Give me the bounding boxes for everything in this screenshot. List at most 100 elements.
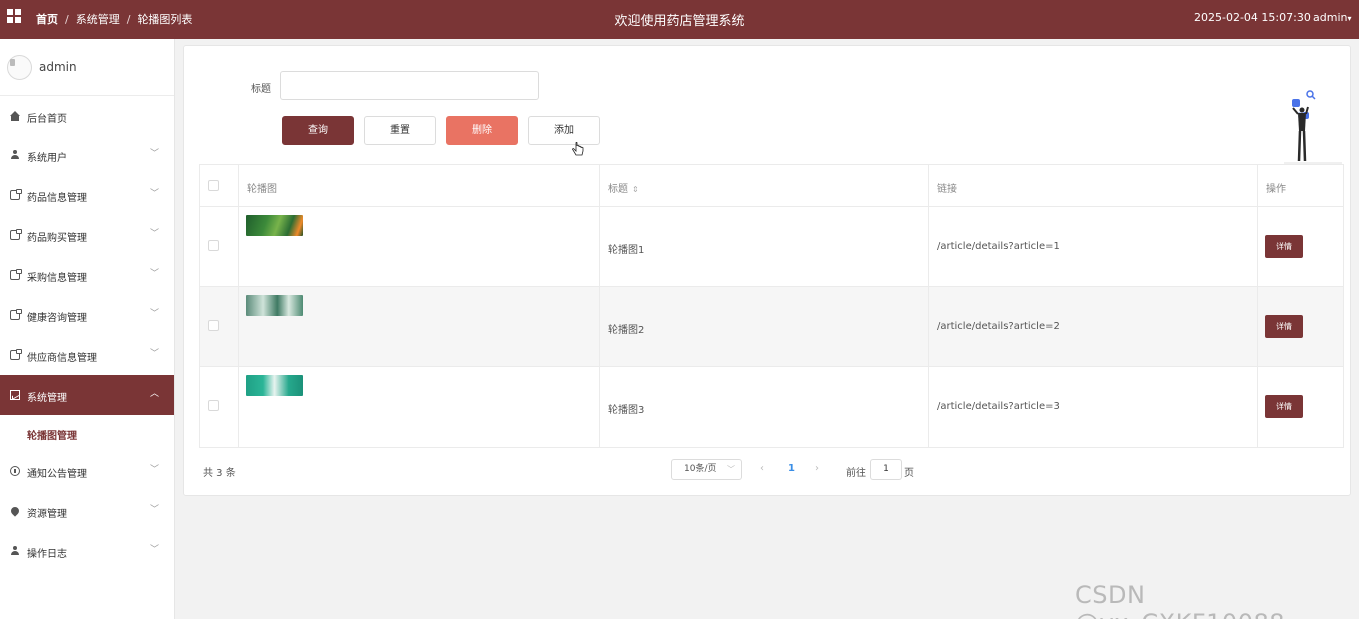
sidebar-item-health-consult[interactable]: 健康咨询管理 ﹀ bbox=[0, 295, 174, 335]
box-icon bbox=[10, 269, 22, 280]
sidebar-item-supplier[interactable]: 供应商信息管理 ﹀ bbox=[0, 335, 174, 375]
sidebar-item-label: 资源管理 bbox=[27, 509, 67, 520]
chevron-up-icon: ︿ bbox=[150, 389, 160, 399]
hand-cursor-icon bbox=[572, 142, 584, 156]
goto-suffix: 页 bbox=[904, 468, 914, 479]
row-title: 轮播图2 bbox=[608, 325, 645, 336]
sidebar-item-notices[interactable]: 通知公告管理 ﹀ bbox=[0, 451, 174, 491]
user-icon bbox=[10, 546, 20, 556]
carousel-thumbnail bbox=[246, 375, 303, 396]
box-icon bbox=[10, 229, 22, 240]
sidebar-item-drug-info[interactable]: 药品信息管理 ﹀ bbox=[0, 175, 174, 215]
sidebar-item-label: 通知公告管理 bbox=[27, 469, 87, 480]
table-header: 轮播图 标题 ⇕ 链接 操作 bbox=[200, 165, 1343, 207]
user-icon bbox=[10, 150, 20, 160]
delete-button[interactable]: 删除 bbox=[446, 116, 518, 145]
detail-button[interactable]: 详情 bbox=[1265, 395, 1303, 418]
avatar bbox=[7, 55, 32, 80]
title-search-input[interactable] bbox=[280, 71, 539, 100]
chevron-down-icon: ﹀ bbox=[150, 149, 160, 159]
sidebar-item-procurement[interactable]: 采购信息管理 ﹀ bbox=[0, 255, 174, 295]
sidebar-item-label: 采购信息管理 bbox=[27, 273, 87, 284]
detail-button[interactable]: 详情 bbox=[1265, 315, 1303, 338]
query-button[interactable]: 查询 bbox=[282, 116, 354, 145]
sidebar-item-system-users[interactable]: 系统用户 ﹀ bbox=[0, 135, 174, 175]
user-menu[interactable]: admin▾ bbox=[1313, 11, 1351, 24]
search-label: 标题 bbox=[251, 84, 271, 95]
sidebar-item-system-management[interactable]: 系统管理 ︿ bbox=[0, 375, 174, 415]
app-title: 欢迎使用药店管理系统 bbox=[614, 14, 745, 29]
chevron-down-icon: ﹀ bbox=[150, 545, 160, 555]
carousel-table: 轮播图 标题 ⇕ 链接 操作 轮播图1 /article/details?arti… bbox=[199, 164, 1344, 448]
chevron-down-icon: ﹀ bbox=[150, 505, 160, 515]
table-row: 轮播图1 /article/details?article=1 详情 bbox=[200, 207, 1343, 287]
user-menu-name: admin bbox=[1313, 11, 1348, 24]
select-all-checkbox[interactable] bbox=[208, 180, 219, 191]
box-icon bbox=[10, 309, 22, 320]
chevron-down-icon: ﹀ bbox=[150, 465, 160, 475]
column-header-link: 链接 bbox=[937, 184, 957, 195]
caret-down-icon: ▾ bbox=[1347, 14, 1352, 23]
chart-icon bbox=[10, 390, 20, 400]
chevron-down-icon: ﹀ bbox=[150, 349, 160, 359]
sidebar-item-label: 药品购买管理 bbox=[27, 233, 87, 244]
row-title: 轮播图3 bbox=[608, 405, 645, 416]
prev-page-icon[interactable]: ‹ bbox=[760, 463, 764, 474]
sidebar-user: admin bbox=[0, 39, 174, 96]
sidebar-item-label: 后台首页 bbox=[27, 114, 67, 125]
chevron-down-icon: ﹀ bbox=[150, 189, 160, 199]
sidebar-item-drug-purchase[interactable]: 药品购买管理 ﹀ bbox=[0, 215, 174, 255]
page-number-current[interactable]: 1 bbox=[788, 463, 795, 474]
column-header-title[interactable]: 标题 ⇕ bbox=[608, 180, 639, 195]
home-icon bbox=[10, 111, 20, 121]
sidebar-item-label: 供应商信息管理 bbox=[27, 353, 97, 364]
add-button[interactable]: 添加 bbox=[528, 116, 600, 145]
box-icon bbox=[10, 189, 22, 200]
table-row: 轮播图3 /article/details?article=3 详情 bbox=[200, 367, 1343, 447]
info-icon bbox=[10, 466, 20, 476]
column-header-title-label: 标题 bbox=[608, 184, 628, 195]
sidebar-user-name: admin bbox=[39, 60, 77, 74]
datetime: 2025-02-04 15:07:30 bbox=[1194, 11, 1311, 24]
sidebar-item-label: 健康咨询管理 bbox=[27, 313, 87, 324]
detail-button[interactable]: 详情 bbox=[1265, 235, 1303, 258]
sidebar: admin 后台首页 系统用户 ﹀ 药品信息管理 ﹀ 药品购买管理 ﹀ 采购信息… bbox=[0, 39, 175, 619]
sidebar-item-label: 操作日志 bbox=[27, 549, 67, 560]
submenu-item-carousel[interactable]: 轮播图管理 bbox=[27, 427, 77, 442]
carousel-thumbnail bbox=[246, 295, 303, 316]
row-link: /article/details?article=2 bbox=[937, 321, 1060, 332]
sidebar-item-operation-log[interactable]: 操作日志 ﹀ bbox=[0, 531, 174, 571]
reset-button[interactable]: 重置 bbox=[364, 116, 436, 145]
main-card: 标题 查询 重置 删除 添加 轮播图 标题⇕ 链接 操作 轮播图1 /arti bbox=[183, 45, 1351, 496]
row-checkbox[interactable] bbox=[208, 320, 219, 331]
chevron-down-icon: ﹀ bbox=[150, 269, 160, 279]
sidebar-item-label: 系统管理 bbox=[27, 393, 67, 404]
table-row: 轮播图2 /article/details?article=2 详情 bbox=[200, 287, 1343, 367]
chevron-down-icon: ﹀ bbox=[150, 229, 160, 239]
row-title: 轮播图1 bbox=[608, 245, 645, 256]
goto-page-input[interactable]: 1 bbox=[870, 459, 902, 480]
top-header: 首页 / 系统管理 / 轮播图列表 欢迎使用药店管理系统 2025-02-04 15:0… bbox=[0, 0, 1359, 39]
row-checkbox[interactable] bbox=[208, 240, 219, 251]
person-illustration-icon bbox=[1284, 90, 1342, 164]
goto-label: 前往 bbox=[846, 468, 866, 479]
pin-icon bbox=[9, 505, 21, 517]
watermark: CSDN @vx_CXKF10088 bbox=[1075, 581, 1285, 619]
chevron-down-icon: ﹀ bbox=[150, 309, 160, 319]
total-count: 共 3 条 bbox=[203, 468, 236, 479]
sidebar-item-label: 系统用户 bbox=[27, 153, 67, 164]
page-size-value: 10条/页 bbox=[684, 464, 717, 474]
next-page-icon[interactable]: › bbox=[815, 463, 819, 474]
carousel-thumbnail bbox=[246, 215, 303, 236]
page-size-select[interactable]: 10条/页 ﹀ bbox=[671, 459, 742, 480]
chevron-down-icon: ﹀ bbox=[727, 465, 735, 474]
sidebar-item-dashboard[interactable]: 后台首页 bbox=[0, 96, 174, 136]
row-checkbox[interactable] bbox=[208, 400, 219, 411]
row-link: /article/details?article=1 bbox=[937, 241, 1060, 252]
column-header-actions: 操作 bbox=[1266, 184, 1286, 195]
sort-icon[interactable]: ⇕ bbox=[632, 185, 639, 194]
sidebar-item-label: 药品信息管理 bbox=[27, 193, 87, 204]
column-header-image: 轮播图 bbox=[247, 184, 277, 195]
row-link: /article/details?article=3 bbox=[937, 401, 1060, 412]
sidebar-item-resources[interactable]: 资源管理 ﹀ bbox=[0, 491, 174, 531]
